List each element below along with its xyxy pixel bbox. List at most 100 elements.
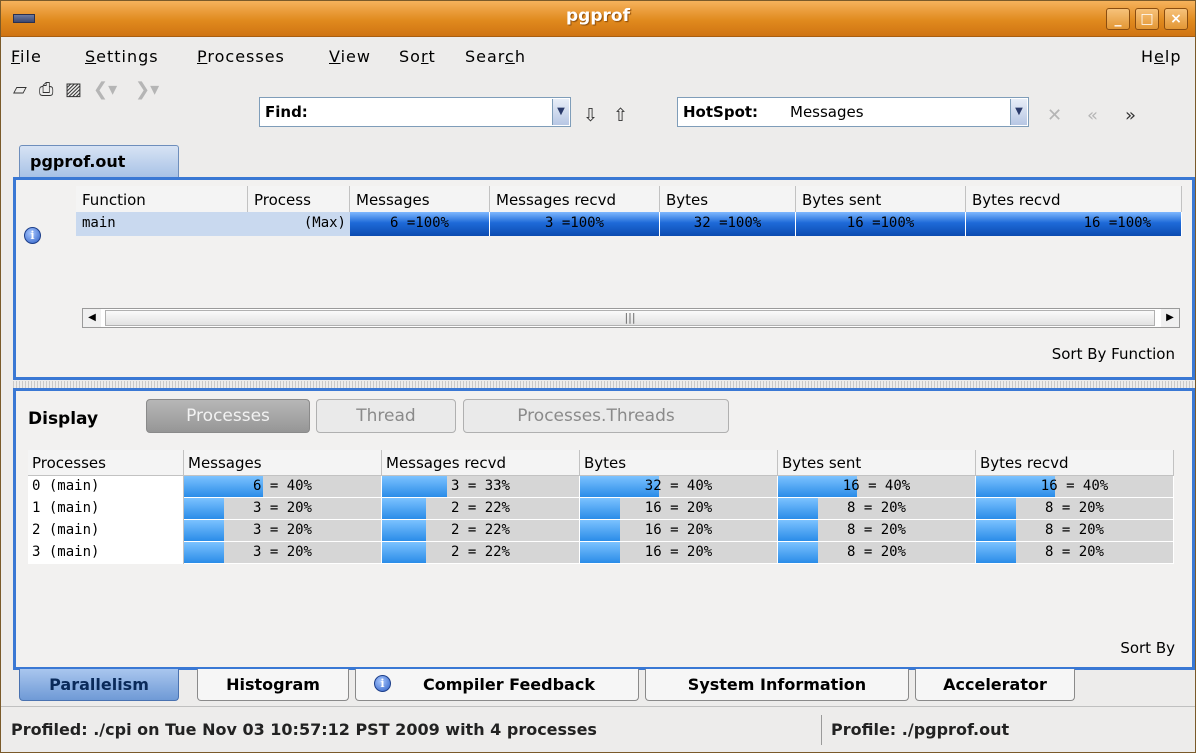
hotspot-dropdown-icon[interactable]: ▼ [1010,99,1027,125]
value-cell-bytes-recvd[interactable]: 16 = 40% [976,476,1174,498]
value-text: 2 = 22% [450,544,510,560]
value-cell-messages-recvd[interactable]: 3 = 33% [382,476,580,498]
table-row-messages[interactable]: 6 =100% [350,212,490,236]
tab-compiler-feedback[interactable]: i Compiler Feedback [355,669,639,701]
tab-accelerator[interactable]: Accelerator [915,669,1075,701]
menu-view[interactable]: View [329,47,371,66]
minimize-icon[interactable]: _ [1106,8,1130,30]
title-bar[interactable]: pgprof _ □ × [1,1,1195,37]
value-cell-messages-recvd[interactable]: 2 = 22% [382,520,580,542]
process-name-cell[interactable]: 1 (main) [28,498,184,520]
tab-parallelism[interactable]: Parallelism [19,669,179,701]
value-cell-bytes-recvd[interactable]: 8 = 20% [976,542,1174,564]
thread-button[interactable]: Thread [316,399,456,433]
menu-file[interactable]: File [11,47,42,66]
table-row[interactable]: 2 (main) 3 = 20% 2 = 22% 16 = 20% 8 = 20% 8 =… [28,520,1190,542]
table-row[interactable]: 3 (main) 3 = 20% 2 = 22% 16 = 20% 8 = 20% 8 =… [28,542,1190,564]
col-header-messages[interactable]: Messages [350,186,490,212]
processes-threads-button[interactable]: Processes.Threads [463,399,729,433]
col-header-processes[interactable]: Processes [28,450,184,476]
table-row-bytes[interactable]: 32 =100% [660,212,796,236]
value-text: 3 = 20% [252,522,312,538]
menu-bar: File Settings Processes View Sort Search… [1,37,1195,71]
value-cell-bytes[interactable]: 32 = 40% [580,476,778,498]
value-cell-bytes-sent[interactable]: 8 = 20% [778,498,976,520]
tool-icon-3[interactable]: » [1125,107,1136,125]
col-header-messages-recvd[interactable]: Messages recvd [382,450,580,476]
process-table: Processes Messages Messages recvd Bytes … [28,450,1190,580]
find-dropdown-icon[interactable]: ▼ [552,99,569,125]
value-cell-bytes-sent[interactable]: 16 = 40% [778,476,976,498]
col-header-function[interactable]: Function [76,186,248,212]
hotspot-combobox[interactable]: HotSpot: Messages ▼ [677,97,1029,127]
maximize-icon[interactable]: □ [1135,8,1159,30]
table-row-bytes-recvd[interactable]: 16 =100% [966,212,1182,236]
forward-arrow-icon[interactable]: ❯▾ [135,81,159,99]
back-arrow-icon[interactable]: ❮▾ [93,81,117,99]
col-header-bytes-recvd[interactable]: Bytes recvd [976,450,1174,476]
status-profiled: Profiled: ./cpi on Tue Nov 03 10:57:12 P… [11,720,597,739]
value-cell-messages[interactable]: 6 = 40% [184,476,382,498]
tab-histogram[interactable]: Histogram [197,669,349,701]
table-row-messages-recvd[interactable]: 3 =100% [490,212,660,236]
tab-system-information[interactable]: System Information [645,669,909,701]
col-header-bytes-sent[interactable]: Bytes sent [796,186,966,212]
table-row[interactable]: 1 (main) 3 = 20% 2 = 22% 16 = 20% 8 = 20% 8 =… [28,498,1190,520]
table-row-bytes-sent[interactable]: 16 =100% [796,212,966,236]
process-name-cell[interactable]: 0 (main) [28,476,184,498]
value-cell-bytes-sent[interactable]: 8 = 20% [778,542,976,564]
table-row-process[interactable]: (Max) [248,212,350,236]
info-icon[interactable]: i [24,227,41,244]
scroll-left-icon[interactable]: ◀ [83,309,101,327]
split-divider[interactable] [13,381,1195,388]
menu-help[interactable]: Help [1141,47,1181,66]
col-header-messages-recvd[interactable]: Messages recvd [490,186,660,212]
search-down-icon[interactable]: ⇩ [583,107,598,125]
print-icon[interactable]: ⎙ [39,81,53,99]
search-up-icon[interactable]: ⇧ [613,107,628,125]
scroll-thumb[interactable]: ||| [105,310,1155,326]
scroll-right-icon[interactable]: ▶ [1161,309,1179,327]
value-text: 16 = 40% [842,478,911,494]
tab-compiler-feedback-label: Compiler Feedback [423,675,595,694]
value-cell-messages[interactable]: 3 = 20% [184,498,382,520]
value-cell-bytes-recvd[interactable]: 8 = 20% [976,498,1174,520]
menu-settings[interactable]: Settings [85,47,159,66]
value-text: 16 = 20% [644,544,713,560]
value-cell-bytes[interactable]: 16 = 20% [580,542,778,564]
tab-pgprof-out[interactable]: pgprof.out [19,145,179,177]
col-header-messages[interactable]: Messages [184,450,382,476]
col-header-bytes-recvd[interactable]: Bytes recvd [966,186,1182,212]
menu-processes[interactable]: Processes [197,47,285,66]
value-text: 8 = 20% [846,500,906,516]
find-combobox[interactable]: Find: ▼ [259,97,571,127]
value-cell-messages[interactable]: 3 = 20% [184,542,382,564]
value-cell-messages-recvd[interactable]: 2 = 22% [382,498,580,520]
tool-disabled-icon-1[interactable]: ✕ [1047,107,1062,125]
value-cell-messages[interactable]: 3 = 20% [184,520,382,542]
tool-disabled-icon-2[interactable]: « [1087,107,1098,125]
col-header-process[interactable]: Process [248,186,350,212]
value-cell-bytes-recvd[interactable]: 8 = 20% [976,520,1174,542]
menu-sort[interactable]: Sort [399,47,436,66]
processes-button[interactable]: Processes [146,399,310,433]
open-folder-icon[interactable]: ▱ [13,81,27,99]
value-cell-bytes[interactable]: 16 = 20% [580,498,778,520]
horizontal-scrollbar[interactable]: ◀ ||| ▶ [82,308,1180,328]
process-name-cell[interactable]: 2 (main) [28,520,184,542]
value-text: 2 = 22% [450,500,510,516]
value-cell-messages-recvd[interactable]: 2 = 22% [382,542,580,564]
menu-search[interactable]: Search [465,47,526,66]
col-header-bytes[interactable]: Bytes [580,450,778,476]
sort-by-function-label: Sort By Function [1048,345,1178,363]
col-header-bytes[interactable]: Bytes [660,186,796,212]
table-row-function[interactable]: main [76,212,248,236]
process-name-cell[interactable]: 3 (main) [28,542,184,564]
image-export-icon[interactable]: ▨ [65,81,82,99]
close-icon[interactable]: × [1164,8,1188,30]
value-cell-bytes[interactable]: 16 = 20% [580,520,778,542]
value-text: 16 = 20% [644,500,713,516]
table-row[interactable]: 0 (main) 6 = 40% 3 = 33% 32 = 40% 16 = 40% 16… [28,476,1190,498]
value-cell-bytes-sent[interactable]: 8 = 20% [778,520,976,542]
col-header-bytes-sent[interactable]: Bytes sent [778,450,976,476]
